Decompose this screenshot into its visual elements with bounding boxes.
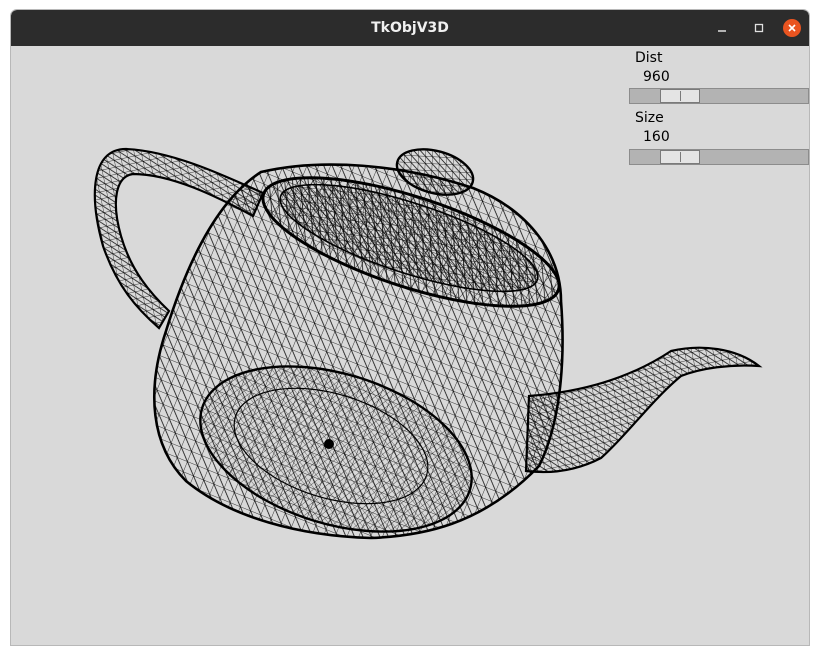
- maximize-icon: [754, 23, 764, 33]
- size-value: 160: [643, 129, 670, 145]
- title-bar[interactable]: TkObjV3D: [11, 10, 809, 46]
- dist-slider[interactable]: [629, 88, 809, 104]
- window-title: TkObjV3D: [371, 20, 449, 36]
- dist-slider-thumb[interactable]: [660, 89, 700, 103]
- dist-label: Dist: [635, 50, 663, 66]
- size-slider-thumb[interactable]: [660, 150, 700, 164]
- minimize-button[interactable]: [713, 19, 731, 37]
- close-icon: [788, 24, 796, 32]
- maximize-button[interactable]: [750, 19, 768, 37]
- size-slider[interactable]: [629, 149, 809, 165]
- viewport-canvas[interactable]: [11, 46, 809, 645]
- app-window: TkObjV3D Dist 960 Size 160: [10, 9, 810, 646]
- close-button[interactable]: [783, 19, 801, 37]
- minimize-icon: [718, 30, 726, 32]
- size-label: Size: [635, 110, 664, 126]
- teapot-wireframe: [93, 147, 763, 540]
- dist-value: 960: [643, 69, 670, 85]
- teapot-bottom-center: [324, 439, 334, 449]
